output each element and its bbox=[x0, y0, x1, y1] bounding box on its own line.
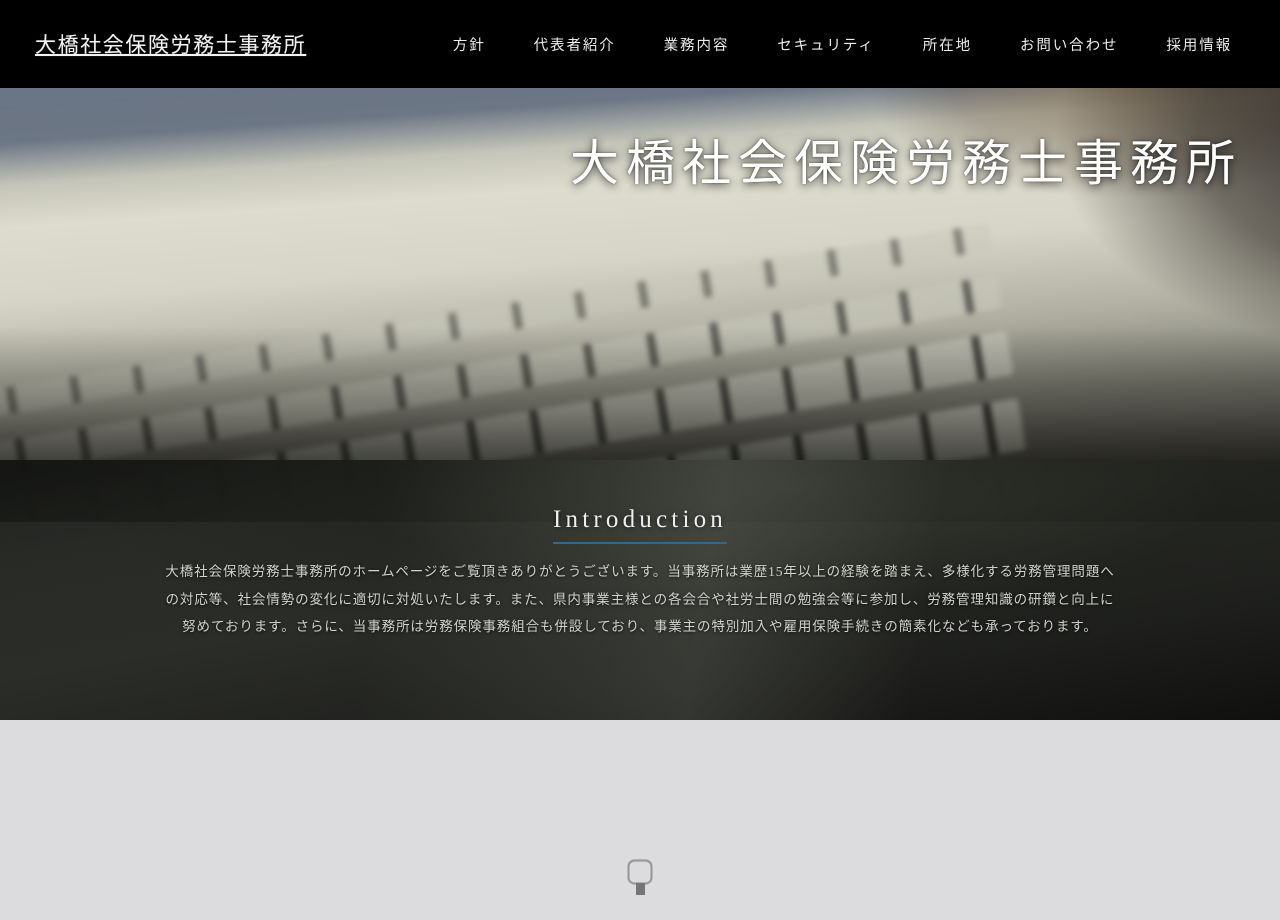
nav-item-services[interactable]: 業務内容 bbox=[654, 28, 740, 61]
introduction-heading-wrapper: Introduction bbox=[0, 506, 1280, 544]
nav-item-contact[interactable]: お問い合わせ bbox=[1010, 28, 1128, 61]
site-header: 大橋社会保険労務士事務所 方針 代表者紹介 業務内容 セキュリティ 所在地 お問… bbox=[0, 0, 1280, 88]
site-logo[interactable]: 大橋社会保険労務士事務所 bbox=[35, 29, 306, 59]
nav-item-location[interactable]: 所在地 bbox=[913, 28, 982, 61]
nav-item-recruitment[interactable]: 採用情報 bbox=[1156, 28, 1242, 61]
nav-item-profile[interactable]: 代表者紹介 bbox=[524, 28, 626, 61]
hero-title: 大橋社会保険労務士事務所 bbox=[569, 136, 1242, 191]
broken-image-icon bbox=[627, 859, 653, 897]
main-navigation: 方針 代表者紹介 業務内容 セキュリティ 所在地 お問い合わせ 採用情報 bbox=[429, 28, 1250, 61]
introduction-section: Introduction 大橋社会保険労務士事務所のホームページをご覧頂きありが… bbox=[0, 460, 1280, 720]
introduction-heading: Introduction bbox=[553, 506, 727, 544]
introduction-paragraph: 大橋社会保険労務士事務所のホームページをご覧頂きありがとうございます。当事務所は… bbox=[165, 564, 1115, 634]
nav-item-security[interactable]: セキュリティ bbox=[767, 28, 885, 61]
lower-content-section bbox=[0, 720, 1280, 920]
hero-section: 大橋社会保険労務士事務所 bbox=[0, 88, 1280, 522]
introduction-body: 大橋社会保険労務士事務所のホームページをご覧頂きありがとうございます。当事務所は… bbox=[160, 558, 1120, 641]
nav-item-policy[interactable]: 方針 bbox=[443, 28, 496, 61]
page-root: 大橋社会保険労務士事務所 方針 代表者紹介 業務内容 セキュリティ 所在地 お問… bbox=[0, 0, 1280, 920]
